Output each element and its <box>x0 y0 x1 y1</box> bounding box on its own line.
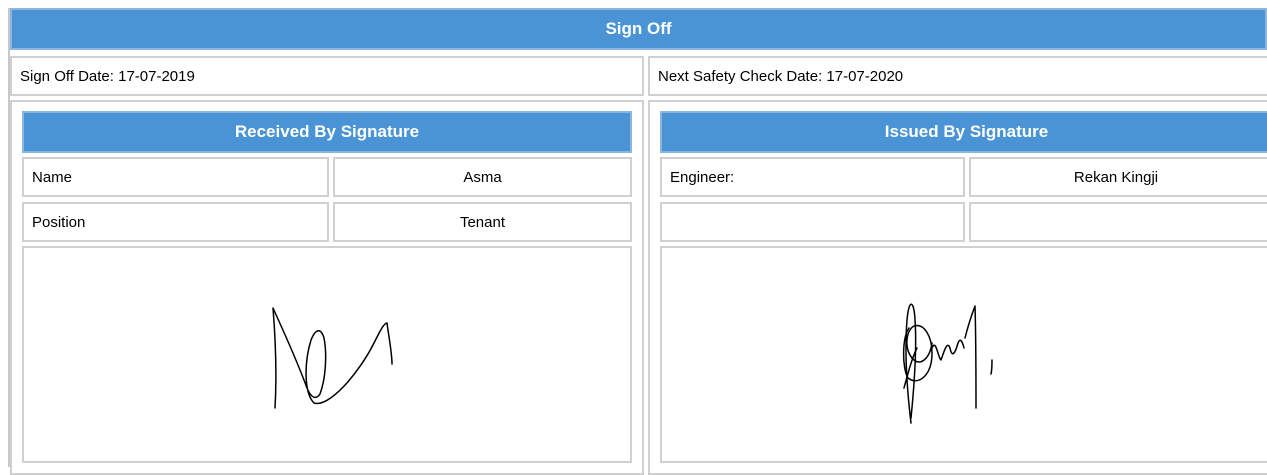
issued-by-header: Issued By Signature <box>660 111 1267 153</box>
received-position-label-cell: Position <box>22 202 329 242</box>
sign-off-date: Sign Off Date: 17-07-2019 <box>20 67 195 85</box>
received-name-label-cell: Name <box>22 157 329 197</box>
received-signature-box <box>22 246 632 463</box>
issued-engineer-label: Engineer: <box>670 168 735 186</box>
issued-row2-label-cell <box>660 202 965 242</box>
issued-signature-image <box>902 303 993 424</box>
issued-engineer-label-cell: Engineer: <box>660 157 965 197</box>
received-name-value: Asma <box>463 168 502 186</box>
received-position-label: Position <box>32 213 86 231</box>
received-by-title: Received By Signature <box>234 122 420 141</box>
received-position-value: Tenant <box>459 213 506 231</box>
received-name-value-cell: Asma <box>333 157 632 197</box>
issued-row2-value-cell <box>969 202 1267 242</box>
next-safety-check-date-cell: Next Safety Check Date: 17-07-2020 <box>648 56 1267 96</box>
issued-engineer-value: Rekan Kingji <box>1073 168 1159 186</box>
received-by-header: Received By Signature <box>22 111 632 153</box>
received-name-label: Name <box>32 168 73 186</box>
issued-by-title: Issued By Signature <box>884 122 1049 141</box>
issued-engineer-value-cell: Rekan Kingji <box>969 157 1267 197</box>
issued-signature-box <box>660 246 1267 463</box>
received-signature-image <box>272 307 393 409</box>
received-position-value-cell: Tenant <box>333 202 632 242</box>
next-safety-check-date: Next Safety Check Date: 17-07-2020 <box>658 67 904 85</box>
sign-off-title: Sign Off <box>605 19 672 38</box>
sign-off-date-cell: Sign Off Date: 17-07-2019 <box>10 56 644 96</box>
sign-off-header: Sign Off <box>10 8 1267 50</box>
